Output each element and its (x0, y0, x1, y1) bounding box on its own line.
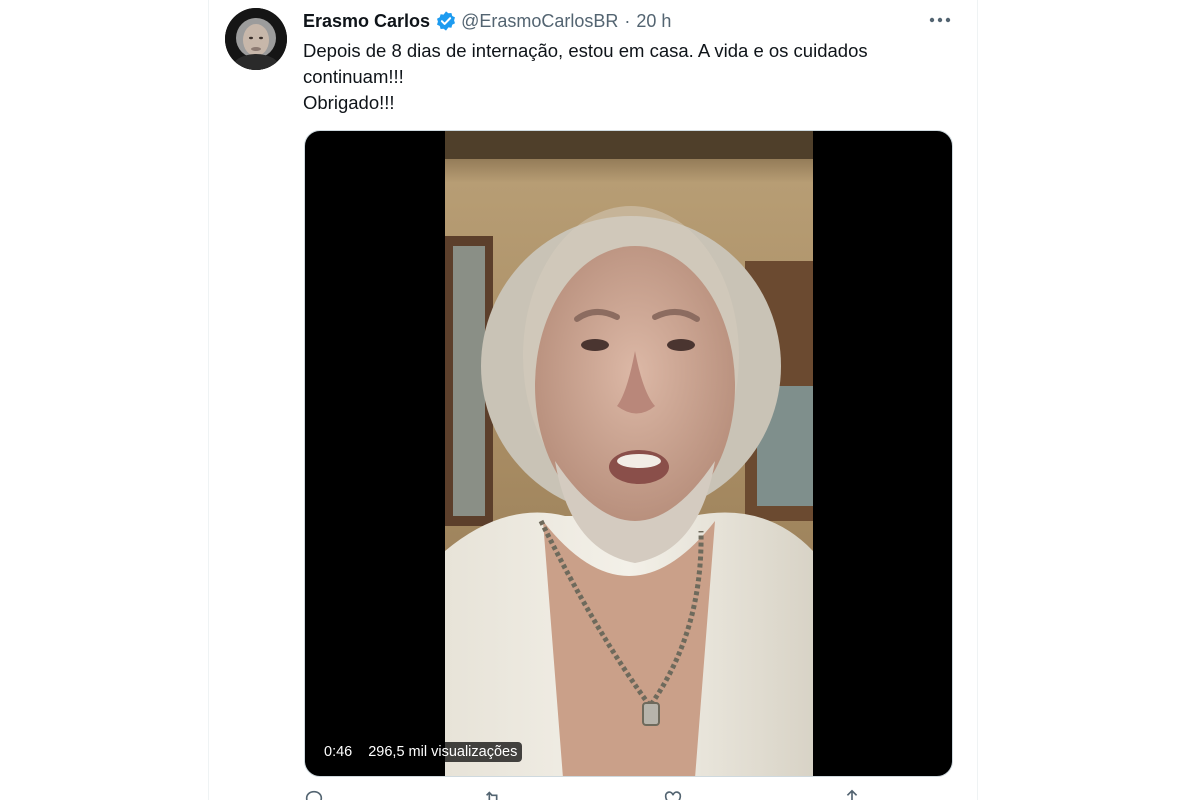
tweet-text-line-2: Obrigado!!! (303, 92, 395, 113)
timestamp[interactable]: 20 h (636, 11, 671, 32)
reply-icon[interactable] (303, 788, 325, 800)
avatar[interactable] (225, 8, 287, 70)
verified-badge-icon (435, 10, 457, 32)
share-icon[interactable] (841, 788, 863, 800)
tweet-text: Depois de 8 dias de internação, estou em… (303, 38, 953, 116)
video-frame (445, 131, 813, 776)
like-icon[interactable] (662, 788, 684, 800)
separator-dot: · (624, 10, 631, 31)
more-options-icon[interactable] (922, 8, 958, 32)
avatar-photo (225, 8, 287, 70)
video-player[interactable]: 0:46 296,5 mil visualizações (304, 130, 953, 777)
video-duration: 0:46 (319, 742, 358, 762)
video-views: 296,5 mil visualizações (363, 742, 523, 762)
display-name[interactable]: Erasmo Carlos (303, 11, 430, 32)
tweet-header: Erasmo Carlos @ErasmoCarlosBR · 20 h (303, 9, 671, 33)
tweet-actions (303, 788, 863, 800)
page: Erasmo Carlos @ErasmoCarlosBR · 20 h Dep… (0, 0, 1200, 800)
retweet-icon[interactable] (482, 788, 504, 800)
video-meta: 0:46 296,5 mil visualizações (319, 742, 523, 762)
tweet-text-line-1: Depois de 8 dias de internação, estou em… (303, 40, 868, 87)
user-handle[interactable]: @ErasmoCarlosBR (461, 11, 618, 32)
